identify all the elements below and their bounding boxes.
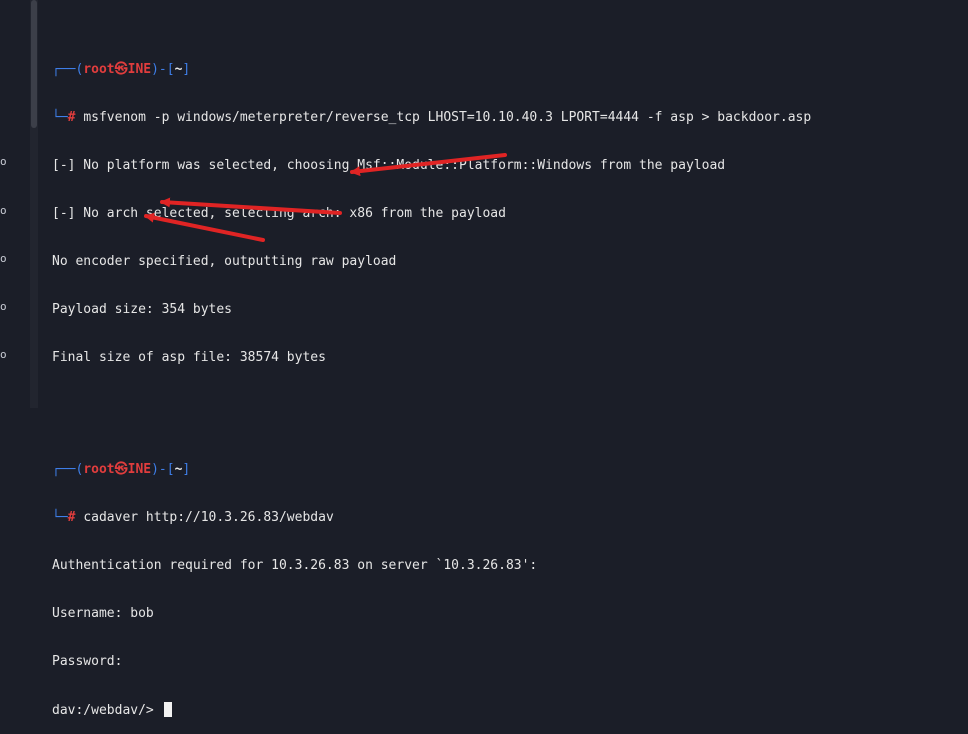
prompt-bracket: ┌──( (52, 462, 84, 477)
prompt-user: root㉿INE (83, 462, 152, 477)
command-line: └─# cadaver http://10.3.26.83/webdav (52, 510, 952, 526)
prompt-header: ┌──(root㉿INE)-[~] (52, 462, 952, 478)
prompt-hash: # (67, 510, 76, 525)
arrow-username (160, 197, 342, 215)
prompt-corner: └─ (52, 510, 68, 525)
arrow-password (144, 212, 265, 242)
command-text: cadaver http://10.3.26.83/webdav (83, 510, 334, 525)
dav-prompt: dav:/webdav/> (52, 703, 154, 718)
text-cursor (163, 702, 172, 717)
output-line: Authentication required for 10.3.26.83 o… (52, 558, 538, 573)
output-line: Password: (52, 654, 123, 669)
active-prompt-line[interactable]: dav:/webdav/> (52, 702, 952, 718)
output-line: Username: bob (52, 606, 154, 621)
annotation-arrows (144, 153, 507, 242)
prompt-bracket: )-[ (151, 462, 175, 477)
arrow-command (350, 153, 507, 177)
prompt-dir: ~ (174, 462, 183, 477)
prompt-bracket: ] (182, 462, 191, 477)
